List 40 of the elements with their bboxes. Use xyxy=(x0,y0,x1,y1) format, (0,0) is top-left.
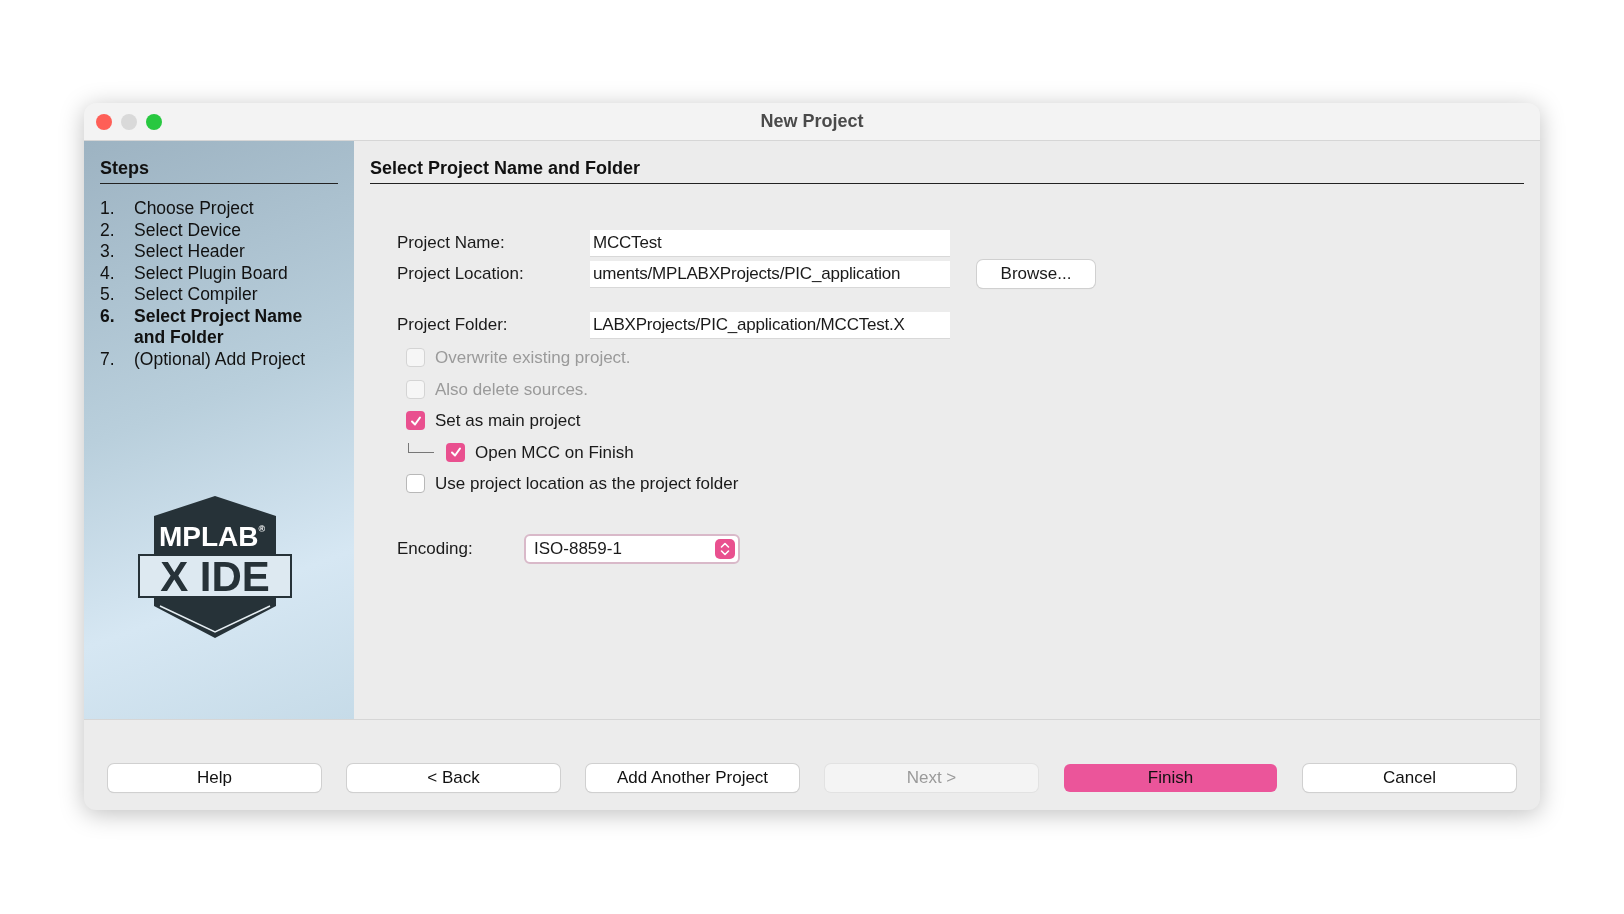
step-item: 7. (Optional) Add Project xyxy=(100,348,307,370)
updown-chevron-icon xyxy=(715,538,735,559)
checkbox-label: Use project location as the project folder xyxy=(435,473,739,495)
checkmark-icon xyxy=(409,414,422,427)
dialog-button[interactable]: Cancel xyxy=(1303,764,1516,792)
field-label: Encoding: xyxy=(397,537,474,560)
checkbox[interactable] xyxy=(446,442,465,462)
zoom-button[interactable] xyxy=(146,114,162,130)
minimize-button[interactable] xyxy=(121,114,137,130)
checkbox-label: Set as main project xyxy=(435,410,581,432)
project-folder-field[interactable]: LABXProjects/PIC_application/MCCTest.X xyxy=(590,311,950,339)
step-item: 5. Select Compiler xyxy=(100,284,259,306)
field-label: Project Location: xyxy=(397,263,525,286)
close-button[interactable] xyxy=(96,114,112,130)
steps-title: Steps xyxy=(100,158,150,178)
window-title: New Project xyxy=(760,110,864,133)
mplab-logo: MPLAB$^{®}$ X IDE xyxy=(136,494,294,640)
dialog-button[interactable]: Add Another Project xyxy=(586,764,799,792)
checkbox[interactable] xyxy=(406,411,425,431)
field-label: Project Folder: xyxy=(397,314,509,337)
tree-connector xyxy=(408,443,434,454)
checkbox[interactable] xyxy=(406,474,425,494)
checkbox-label: Also delete sources. xyxy=(435,378,589,401)
project-location-field[interactable]: uments/MPLABXProjects/PIC_application xyxy=(590,260,950,288)
dialog-button[interactable]: Help xyxy=(108,764,321,792)
project-name-field[interactable]: MCCTest xyxy=(590,229,950,257)
dialog-button[interactable]: < Back xyxy=(347,764,560,792)
checkbox-label: Overwrite existing project. xyxy=(435,347,631,369)
step-item: 1. Choose Project xyxy=(100,198,255,220)
checkbox-label: Open MCC on Finish xyxy=(475,441,634,464)
step-item: 6. Select Project Name and Folder xyxy=(100,305,304,349)
step-item: 3. Select Header xyxy=(100,241,246,263)
browse-button[interactable]: Browse... xyxy=(977,260,1095,288)
step-item: 2. Select Device xyxy=(100,219,242,241)
encoding-dropdown[interactable]: ISO-8859-1 xyxy=(524,533,740,564)
panel-title: Select Project Name and Folder xyxy=(370,158,641,178)
checkmark-icon xyxy=(449,446,462,459)
field-label: Project Name: xyxy=(397,232,506,255)
step-item: 4. Select Plugin Board xyxy=(100,262,289,284)
dialog-button[interactable]: Finish xyxy=(1064,764,1277,792)
